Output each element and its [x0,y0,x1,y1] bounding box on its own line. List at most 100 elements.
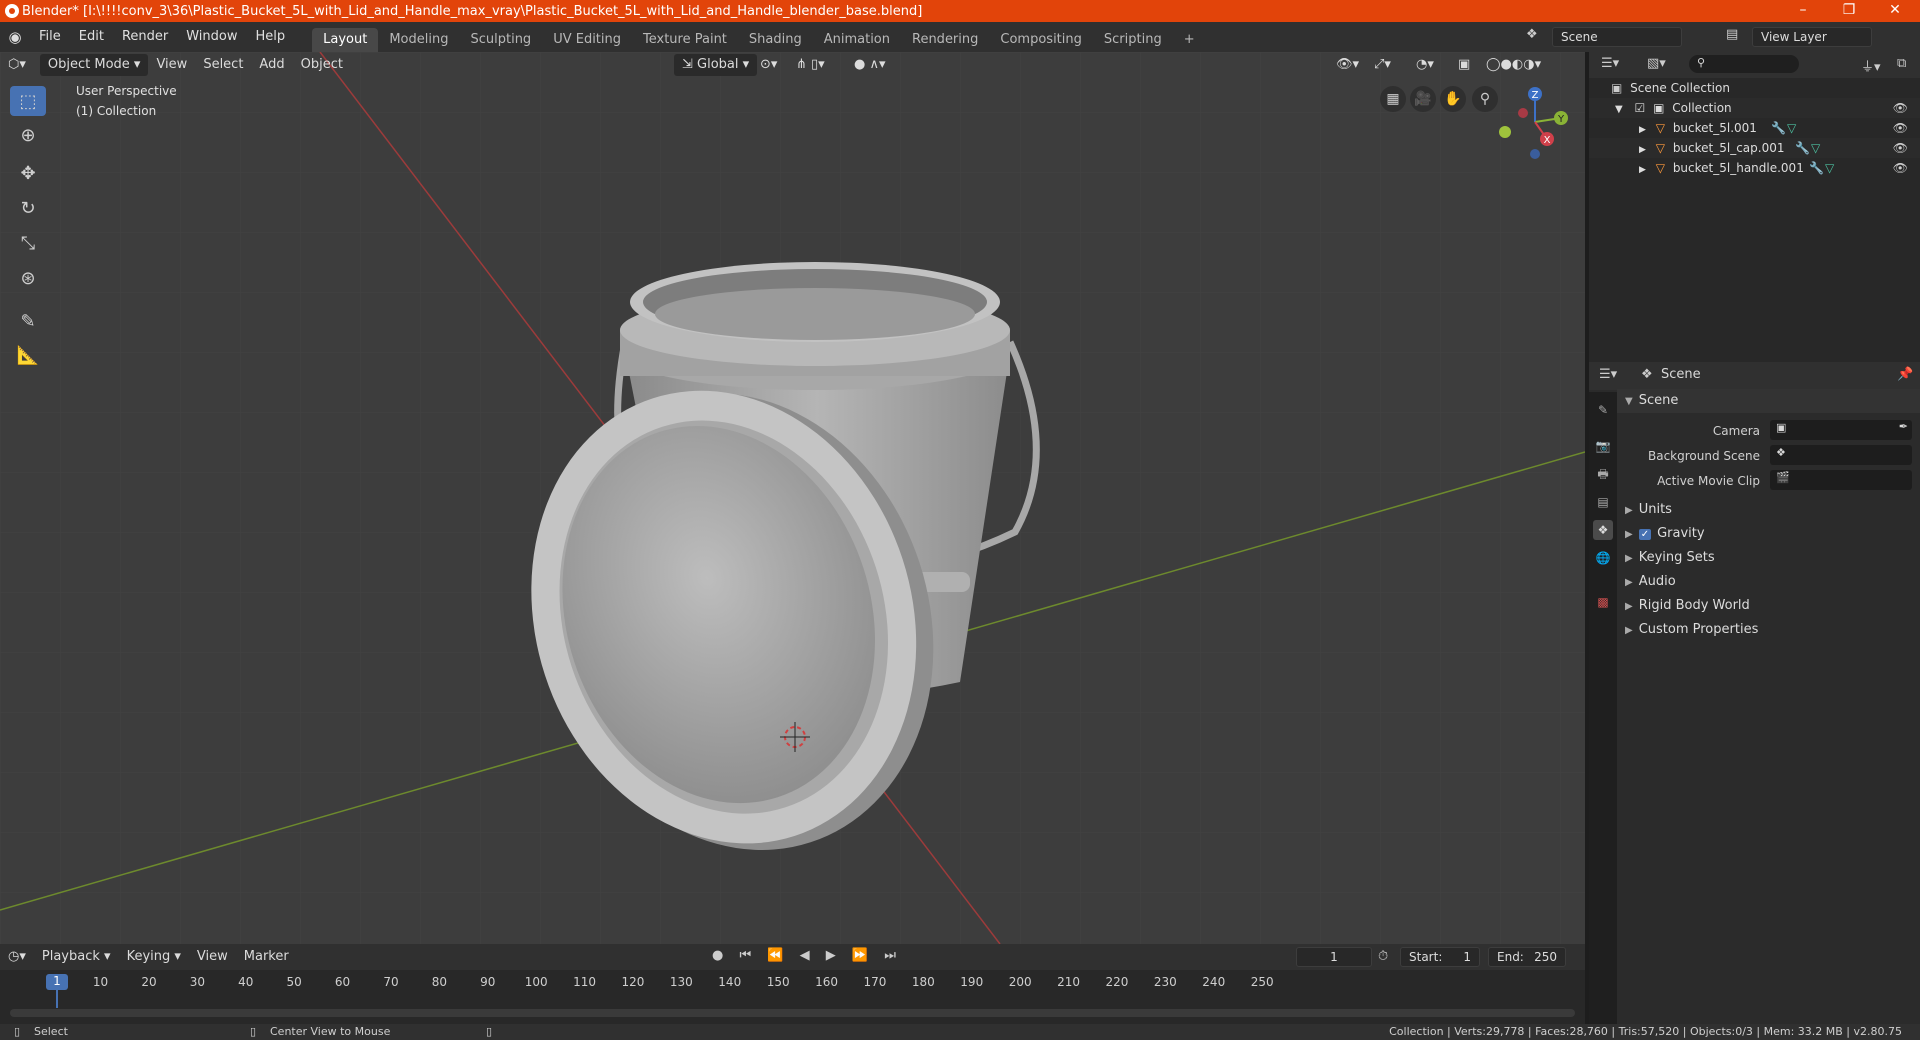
outliner-row-object[interactable]: ▶ ▽ bucket_5l_handle.001 🔧 ▽ 👁 [1589,158,1920,178]
outliner-row-object[interactable]: ▶ ▽ bucket_5l_cap.001 🔧 ▽ 👁 [1589,138,1920,158]
playback-controls[interactable]: ● ⏮ ⏪ ◀ ▶ ⏩ ⏭ [712,948,902,963]
proportional-edit-icon[interactable]: ● ∧▾ [846,54,894,76]
active-movie-clip-field[interactable]: 🎬 [1770,470,1912,490]
properties-type-icon[interactable]: ☰▾ [1599,367,1617,382]
menu-window[interactable]: Window [177,22,246,52]
outliner-row-object[interactable]: ▶ ▽ bucket_5l.001 🔧 ▽ 👁 [1589,118,1920,138]
snap-icon[interactable]: ⋔ ▯▾ [788,54,833,76]
scene-tab-icon[interactable]: ❖ [1593,520,1613,540]
viewport-menu-view[interactable]: View [148,54,195,76]
expand-arrow-icon[interactable]: ▶ [1639,145,1646,155]
camera-field[interactable]: ▣ ✒ [1770,420,1912,440]
select-box-tool[interactable]: ⬚ [10,86,46,116]
timeline-menu-view[interactable]: View [189,946,236,968]
view-layer-field[interactable]: View Layer [1752,27,1872,47]
visibility-icon[interactable]: 👁▾ [1328,54,1367,76]
editor-type-icon[interactable]: ⬡▾ [0,54,34,76]
annotate-tool[interactable]: ✎ [10,306,46,336]
tab-animation[interactable]: Animation [813,28,901,52]
viewport-menu-object[interactable]: Object [293,54,351,76]
tool-tab-icon[interactable]: ✎ [1593,400,1613,420]
gizmo-toggle-icon[interactable]: ⤢▾ [1366,54,1399,76]
tab-rendering[interactable]: Rendering [901,28,989,52]
timeline-menu-keying[interactable]: Keying ▾ [119,946,189,968]
eye-icon[interactable]: 👁 [1893,118,1908,138]
timeline-menu-marker[interactable]: Marker [236,946,297,968]
texture-tab-icon[interactable]: ▩ [1593,592,1613,612]
keying-sets-panel-header[interactable]: ▶ Keying Sets [1617,546,1920,570]
tab-layout[interactable]: Layout [312,28,379,52]
custom-properties-panel-header[interactable]: ▶ Custom Properties [1617,618,1920,642]
tab-uv-editing[interactable]: UV Editing [542,28,632,52]
pan-hand-icon[interactable]: ✋ [1440,86,1466,112]
expand-arrow-icon[interactable]: ▶ [1639,165,1646,175]
menu-render[interactable]: Render [113,22,177,52]
close-button[interactable]: ✕ [1872,0,1918,22]
measure-tool[interactable]: 📐 [10,340,46,370]
eyedropper-icon[interactable]: ✒ [1899,420,1908,433]
viewport-menu-select[interactable]: Select [195,54,251,76]
blender-menu-icon[interactable]: ◉ [0,28,30,46]
gravity-panel-header[interactable]: ▶ ✓ Gravity [1617,522,1920,546]
shading-modes-icon[interactable]: ◯●◐◑▾ [1478,54,1549,76]
audio-panel-header[interactable]: ▶ Audio [1617,570,1920,594]
tab-texture-paint[interactable]: Texture Paint [632,28,738,52]
expand-arrow-icon[interactable]: ▶ [1639,125,1646,135]
start-frame-field[interactable]: Start: 1 [1400,947,1480,967]
cursor-tool[interactable]: ⊕ [10,120,46,150]
background-scene-field[interactable]: ❖ [1770,445,1912,465]
display-mode-icon[interactable]: ▧▾ [1647,56,1666,71]
mode-dropdown[interactable]: Object Mode ▾ [39,54,149,76]
orientation-dropdown[interactable]: ⇲ Global ▾ [674,54,758,76]
maximize-button[interactable]: ❐ [1826,0,1872,22]
current-frame-field[interactable]: 1 [1296,947,1372,967]
playhead-frame[interactable]: 1 [46,974,68,990]
3d-viewport[interactable] [0,52,1585,944]
menu-file[interactable]: File [30,22,70,52]
timeline-scrollbar[interactable] [10,1009,1575,1017]
viewport-menu-add[interactable]: Add [251,54,292,76]
menu-help[interactable]: Help [247,22,295,52]
pivot-icon[interactable]: ⊙▾ [752,54,785,76]
add-workspace-button[interactable]: + [1173,28,1206,52]
end-frame-field[interactable]: End: 250 [1488,947,1566,967]
scene-selector-icon[interactable]: ❖ [1526,27,1546,47]
navigation-gizmo[interactable]: Z Y X [1495,82,1575,162]
view-layer-tab-icon[interactable]: ▤ [1593,492,1613,512]
eye-icon[interactable]: 👁 [1893,98,1908,118]
xray-icon[interactable]: ▣ [1450,54,1478,76]
tab-shading[interactable]: Shading [738,28,813,52]
overlay-toggle-icon[interactable]: ◔▾ [1408,54,1442,76]
view-layer-icon[interactable]: ▤ [1726,27,1746,47]
minimize-button[interactable]: – [1780,0,1826,22]
scene-name-field[interactable]: Scene [1552,27,1682,47]
tab-compositing[interactable]: Compositing [989,28,1093,52]
transform-tool[interactable]: ⊛ [10,263,46,293]
timeline-type-icon[interactable]: ◷▾ [0,946,34,968]
units-panel-header[interactable]: ▶ Units [1617,498,1920,522]
tab-sculpting[interactable]: Sculpting [459,28,542,52]
output-tab-icon[interactable]: 🖶 [1593,464,1613,484]
rotate-tool[interactable]: ↻ [10,193,46,223]
pin-icon[interactable]: 📌 [1897,367,1913,382]
outliner-search-input[interactable]: ⚲ [1689,55,1799,73]
eye-icon[interactable]: 👁 [1893,138,1908,158]
menu-edit[interactable]: Edit [70,22,113,52]
timeline-menu-playback[interactable]: Playback ▾ [34,946,119,968]
rigid-body-world-panel-header[interactable]: ▶ Rigid Body World [1617,594,1920,618]
expand-arrow-icon[interactable]: ▼ [1615,104,1623,115]
outliner-row-collection[interactable]: ▼ ☑ ▣ Collection 👁 [1589,98,1920,118]
camera-view-icon[interactable]: 🎥 [1410,86,1436,112]
new-collection-icon[interactable]: ⧉ [1897,56,1906,71]
outliner-type-icon[interactable]: ☰▾ [1601,56,1619,71]
tab-scripting[interactable]: Scripting [1093,28,1173,52]
world-tab-icon[interactable]: 🌐 [1593,548,1613,568]
filter-icon[interactable]: ⏚▾ [1861,56,1881,75]
gravity-checkbox[interactable]: ✓ [1638,529,1652,540]
eye-icon[interactable]: 👁 [1893,158,1908,178]
scale-tool[interactable]: ⤡ [10,228,46,258]
tab-modeling[interactable]: Modeling [378,28,459,52]
checkbox-icon[interactable]: ☑ [1635,101,1646,115]
scene-panel-header[interactable]: ▼ Scene [1617,389,1920,413]
clock-icon[interactable]: ⏱ [1378,949,1388,964]
